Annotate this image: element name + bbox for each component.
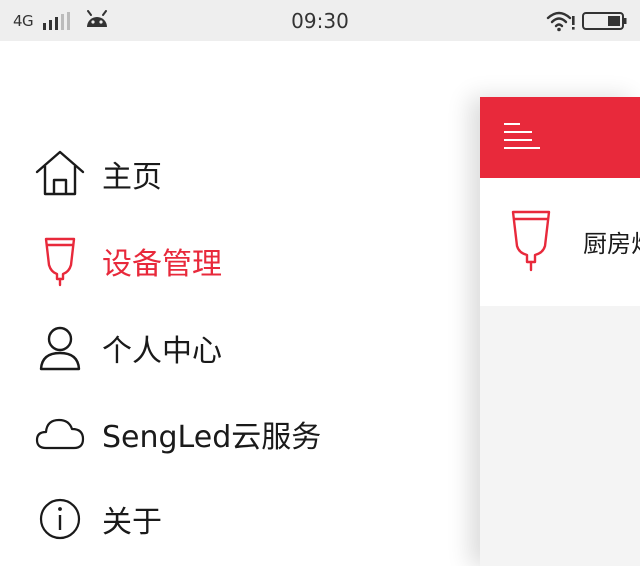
- menu-icon: [504, 123, 540, 149]
- nav-item-device-management[interactable]: 设备管理: [34, 231, 222, 291]
- nav-label-device-management: 设备管理: [102, 247, 222, 282]
- status-time: 09:30: [291, 9, 349, 33]
- nav-item-personal-center[interactable]: 个人中心: [34, 318, 222, 378]
- nav-label-cloud-service: SengLed云服务: [102, 420, 322, 455]
- wifi-icon: [546, 11, 575, 32]
- nav-label-home: 主页: [102, 160, 162, 195]
- nav-item-cloud-service[interactable]: SengLed云服务: [34, 404, 321, 464]
- nav-item-home[interactable]: 主页: [34, 144, 162, 204]
- battery-icon: [582, 12, 627, 30]
- nav-item-about[interactable]: 关于: [34, 489, 162, 549]
- device-name: 厨房灯: [583, 230, 640, 258]
- nav-label-personal-center: 个人中心: [102, 334, 222, 369]
- cloud-icon: [34, 408, 86, 460]
- bulb-icon: [34, 235, 86, 287]
- status-bar: 4G 09:30: [0, 0, 640, 41]
- home-icon: [34, 148, 86, 200]
- user-icon: [34, 322, 86, 374]
- app-header: [480, 97, 640, 178]
- nav-label-about: 关于: [102, 505, 162, 540]
- info-icon: [34, 493, 86, 545]
- bulb-icon: [510, 208, 552, 274]
- menu-button[interactable]: [500, 119, 540, 155]
- device-list-item[interactable]: 厨房灯: [480, 178, 640, 306]
- main-content-panel: 厨房灯: [480, 97, 640, 566]
